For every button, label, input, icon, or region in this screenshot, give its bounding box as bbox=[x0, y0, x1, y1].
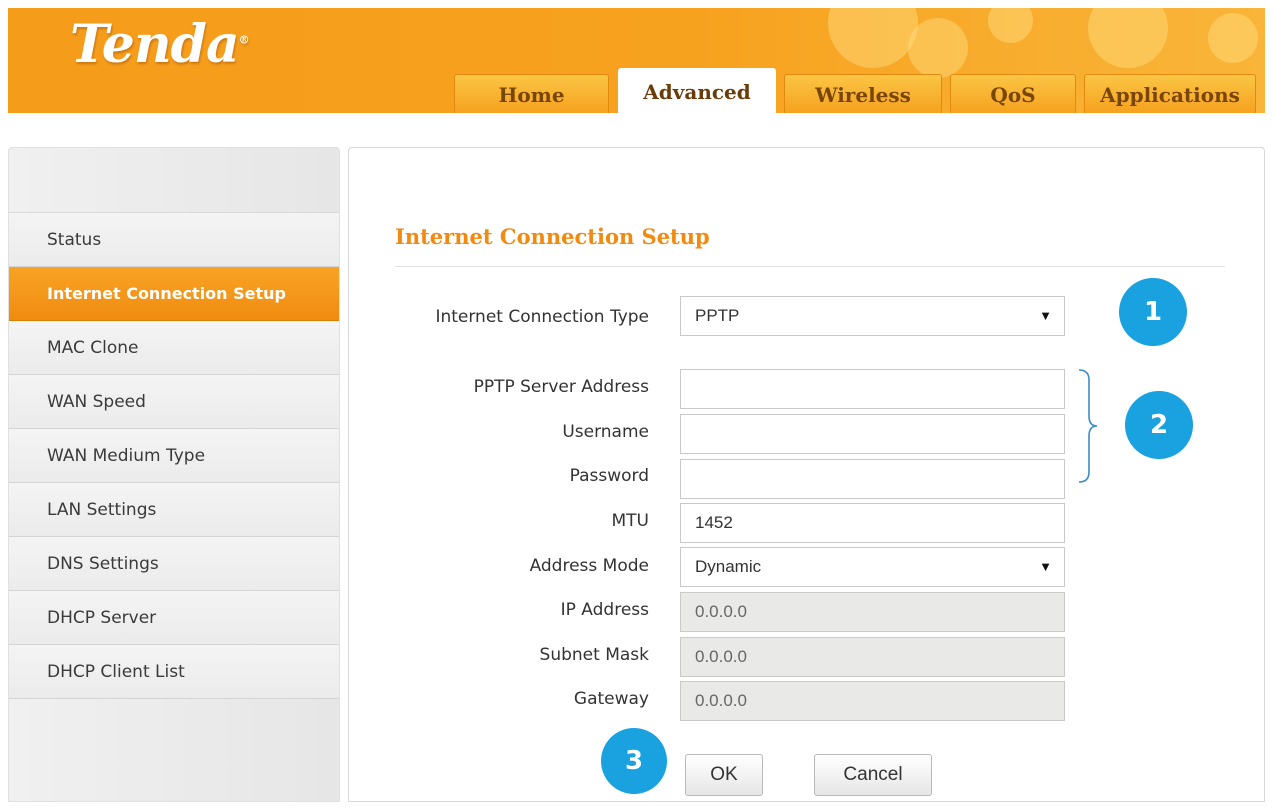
chevron-down-icon: ▼ bbox=[1039, 308, 1052, 323]
gateway-field: 0.0.0.0 bbox=[680, 681, 1065, 721]
group-bracket bbox=[1078, 369, 1098, 483]
chevron-down-icon: ▼ bbox=[1039, 559, 1052, 574]
tab-qos[interactable]: QoS bbox=[950, 74, 1076, 113]
ok-button[interactable]: OK bbox=[685, 754, 763, 796]
sidebar-item-mac-clone[interactable]: MAC Clone bbox=[9, 321, 339, 375]
server-address-label: PPTP Server Address bbox=[473, 377, 649, 397]
tenda-logo: Tenda® bbox=[70, 14, 250, 75]
mtu-input[interactable]: 1452 bbox=[680, 503, 1065, 543]
sidebar: Status Internet Connection Setup MAC Clo… bbox=[8, 147, 340, 802]
server-address-input[interactable] bbox=[680, 369, 1065, 409]
sidebar-item-dhcp-client-list[interactable]: DHCP Client List bbox=[9, 645, 339, 699]
title-divider bbox=[395, 266, 1225, 267]
ip-address-label: IP Address bbox=[560, 600, 649, 620]
header-decoration bbox=[828, 8, 918, 68]
sidebar-item-status[interactable]: Status bbox=[9, 213, 339, 267]
header-decoration bbox=[1088, 8, 1168, 68]
connection-type-value: PPTP bbox=[695, 306, 740, 325]
gateway-label: Gateway bbox=[573, 689, 649, 709]
header-spacer bbox=[8, 113, 1265, 145]
username-label: Username bbox=[562, 422, 649, 442]
cancel-button[interactable]: Cancel bbox=[814, 754, 932, 796]
sidebar-item-dhcp-server[interactable]: DHCP Server bbox=[9, 591, 339, 645]
password-input[interactable] bbox=[680, 459, 1065, 499]
sidebar-item-lan-settings[interactable]: LAN Settings bbox=[9, 483, 339, 537]
tab-wireless[interactable]: Wireless bbox=[784, 74, 942, 113]
password-label: Password bbox=[569, 466, 649, 486]
sidebar-item-wan-speed[interactable]: WAN Speed bbox=[9, 375, 339, 429]
username-input[interactable] bbox=[680, 414, 1065, 454]
tab-home[interactable]: Home bbox=[454, 74, 609, 113]
header-decoration bbox=[908, 18, 968, 78]
step-1-badge: 1 bbox=[1119, 278, 1187, 346]
sidebar-item-dns-settings[interactable]: DNS Settings bbox=[9, 537, 339, 591]
step-3-badge: 3 bbox=[601, 728, 667, 794]
content-panel: Internet Connection Setup Internet Conne… bbox=[348, 147, 1265, 802]
header-decoration bbox=[988, 8, 1033, 43]
mtu-label: MTU bbox=[611, 511, 650, 531]
address-mode-label: Address Mode bbox=[529, 556, 649, 576]
step-2-badge: 2 bbox=[1125, 391, 1193, 459]
sidebar-top bbox=[9, 148, 339, 213]
subnet-mask-label: Subnet Mask bbox=[539, 645, 649, 665]
tab-advanced[interactable]: Advanced bbox=[618, 68, 776, 113]
tab-applications[interactable]: Applications bbox=[1084, 74, 1256, 113]
subnet-mask-field: 0.0.0.0 bbox=[680, 637, 1065, 677]
header-bar: Tenda® Home Advanced Wireless QoS Applic… bbox=[8, 8, 1265, 113]
connection-type-select[interactable]: PPTP ▼ bbox=[680, 296, 1065, 336]
address-mode-select[interactable]: Dynamic ▼ bbox=[680, 547, 1065, 587]
sidebar-item-wan-medium-type[interactable]: WAN Medium Type bbox=[9, 429, 339, 483]
page-title: Internet Connection Setup bbox=[395, 224, 710, 249]
sidebar-item-internet-connection-setup[interactable]: Internet Connection Setup bbox=[9, 267, 339, 321]
connection-type-label: Internet Connection Type bbox=[435, 307, 649, 327]
address-mode-value: Dynamic bbox=[695, 557, 762, 576]
header-decoration bbox=[1208, 13, 1258, 63]
ip-address-field: 0.0.0.0 bbox=[680, 592, 1065, 632]
